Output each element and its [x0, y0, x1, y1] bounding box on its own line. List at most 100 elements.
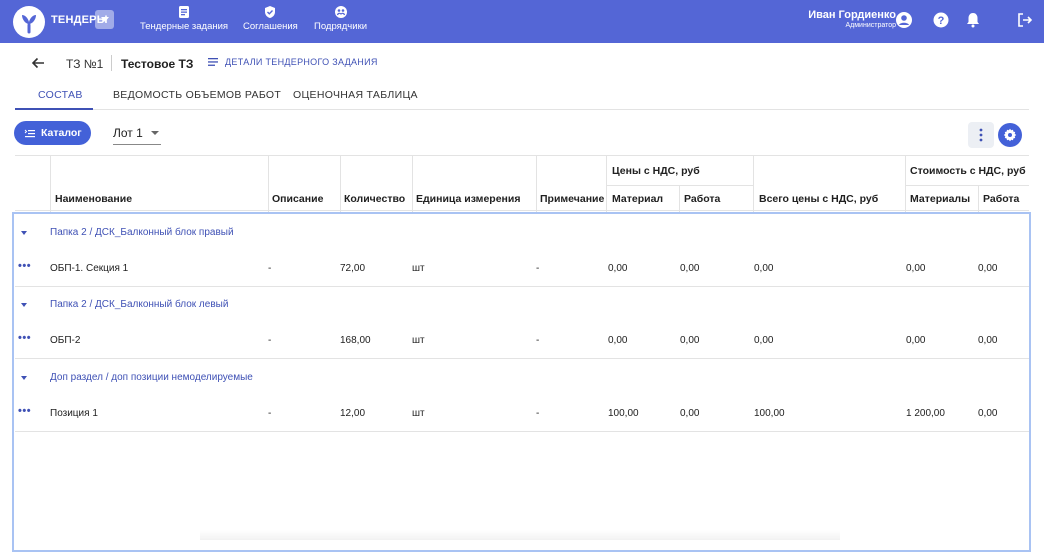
- row-menu-icon[interactable]: •••: [18, 405, 31, 417]
- account-circle-icon[interactable]: [895, 11, 913, 29]
- cell-quantity: 12,00: [340, 408, 366, 419]
- bottom-panel-shadow: [200, 530, 840, 540]
- column-divider: [268, 156, 269, 212]
- bell-icon[interactable]: [964, 11, 982, 29]
- column-divider: [905, 156, 906, 212]
- header-name[interactable]: Наименование: [55, 193, 132, 205]
- cell-cost-material: 1 200,00: [906, 408, 945, 419]
- header-note[interactable]: Примечание: [540, 193, 604, 205]
- tz-number: ТЗ №1: [66, 57, 104, 71]
- app-logo[interactable]: [13, 6, 45, 38]
- document-icon: [179, 6, 190, 18]
- cell-description: -: [268, 263, 272, 274]
- cell-cost-work: 0,00: [978, 263, 998, 274]
- cell-unit: шт: [412, 335, 425, 346]
- header-cost-group: Стоимость с НДС, руб: [910, 165, 1026, 177]
- cell-total: 100,00: [754, 408, 785, 419]
- group-title[interactable]: Папка 2 / ДСК_Балконный блок левый: [50, 299, 228, 310]
- column-divider: [606, 156, 607, 212]
- nav-label: Подрядчики: [314, 21, 368, 32]
- help-icon[interactable]: ?: [932, 11, 950, 29]
- cell-work: 0,00: [680, 335, 700, 346]
- cell-name: ОБП-2: [50, 335, 81, 346]
- cell-cost-work: 0,00: [978, 408, 998, 419]
- tab-composition[interactable]: СОСТАВ: [38, 89, 83, 101]
- row-menu-icon[interactable]: •••: [18, 260, 31, 272]
- cell-name: Позиция 1: [50, 408, 98, 419]
- svg-text:?: ?: [938, 15, 945, 27]
- header-unit[interactable]: Единица измерения: [416, 193, 520, 205]
- user-name[interactable]: Иван Гордиенко Администратор: [808, 9, 896, 29]
- cell-name: ОБП-1. Секция 1: [50, 263, 129, 274]
- chevron-down-icon: [150, 131, 159, 135]
- cell-quantity: 72,00: [340, 263, 366, 274]
- brand-dropdown-button[interactable]: [95, 10, 114, 29]
- tz-name: Тестовое ТЗ: [121, 57, 194, 71]
- group-header-divider: [606, 185, 753, 186]
- user-role: Администратор: [845, 22, 896, 29]
- row-divider: [15, 286, 1029, 287]
- cell-cost-work: 0,00: [978, 335, 998, 346]
- collapse-arrow-icon[interactable]: [21, 303, 27, 307]
- group-header-divider: [905, 185, 1029, 186]
- details-link-label: ДЕТАЛИ ТЕНДЕРНОГО ЗАДАНИЯ: [225, 57, 378, 67]
- cell-work: 0,00: [680, 408, 700, 419]
- column-divider: [679, 185, 680, 212]
- list-icon: [208, 58, 218, 66]
- cell-cost-material: 0,00: [906, 335, 926, 346]
- cell-description: -: [268, 335, 272, 346]
- cell-work: 0,00: [680, 263, 700, 274]
- collapse-arrow-icon[interactable]: [21, 376, 27, 380]
- tab-evaluation-table[interactable]: ОЦЕНОЧНАЯ ТАБЛИЦА: [293, 89, 418, 101]
- row-divider: [15, 431, 1029, 432]
- logout-icon[interactable]: [1016, 11, 1034, 29]
- table-header: Наименование Описание Количество Единица…: [15, 155, 1029, 212]
- catalog-list-icon: [24, 129, 35, 138]
- header-work[interactable]: Работа: [684, 193, 720, 205]
- nav-agreements[interactable]: Соглашения: [243, 5, 298, 32]
- tab-bar: СОСТАВ ВЕДОМОСТЬ ОБЪЕМОВ РАБОТ ОЦЕНОЧНАЯ…: [15, 86, 1029, 110]
- lot-select[interactable]: Лот 1: [113, 126, 161, 145]
- header-total-price[interactable]: Всего цены с НДС, руб: [759, 193, 878, 205]
- contractors-icon: [334, 6, 347, 18]
- row-menu-icon[interactable]: •••: [18, 332, 31, 344]
- top-app-bar: ТЕНДЕРЫ Тендерные задания Соглашения Под…: [0, 0, 1044, 43]
- gear-icon: [1003, 128, 1017, 142]
- arrow-back-icon[interactable]: [30, 55, 46, 71]
- shield-check-icon: [265, 6, 276, 18]
- user-name-text: Иван Гордиенко: [808, 9, 896, 21]
- group-title[interactable]: Папка 2 / ДСК_Балконный блок правый: [50, 227, 234, 238]
- cell-unit: шт: [412, 263, 425, 274]
- header-quantity[interactable]: Количество: [344, 193, 405, 205]
- more-options-button[interactable]: [968, 122, 994, 148]
- cell-note: -: [536, 335, 540, 346]
- group-title[interactable]: Доп раздел / доп позиции немоделируемые: [50, 372, 253, 383]
- cell-total: 0,00: [754, 335, 774, 346]
- details-link[interactable]: ДЕТАЛИ ТЕНДЕРНОГО ЗАДАНИЯ: [207, 56, 378, 68]
- collapse-arrow-icon[interactable]: [21, 231, 27, 235]
- header-material[interactable]: Материал: [612, 193, 663, 205]
- cell-note: -: [536, 408, 540, 419]
- column-divider: [753, 156, 754, 212]
- nav-tender-tasks[interactable]: Тендерные задания: [140, 5, 228, 32]
- nav-contractors[interactable]: Подрядчики: [314, 5, 367, 32]
- tab-work-volumes[interactable]: ВЕДОМОСТЬ ОБЪЕМОВ РАБОТ: [113, 89, 281, 101]
- cell-unit: шт: [412, 408, 425, 419]
- breadcrumb-divider: [111, 55, 112, 71]
- header-cost-work[interactable]: Работа: [983, 193, 1019, 205]
- logo-icon: [22, 15, 36, 34]
- catalog-button[interactable]: Каталог: [14, 121, 91, 145]
- cell-quantity: 168,00: [340, 335, 371, 346]
- header-description[interactable]: Описание: [272, 193, 323, 205]
- header-cost-materials[interactable]: Материалы: [910, 193, 970, 205]
- cell-cost-material: 0,00: [906, 263, 926, 274]
- settings-button[interactable]: [998, 123, 1022, 147]
- breadcrumb: ТЗ №1 Тестовое ТЗ ДЕТАЛИ ТЕНДЕРНОГО ЗАДА…: [0, 55, 1044, 71]
- nav-label: Тендерные задания: [140, 21, 229, 32]
- cell-material: 0,00: [608, 335, 628, 346]
- column-divider: [412, 156, 413, 212]
- active-tab-indicator: [15, 108, 93, 110]
- cell-description: -: [268, 408, 272, 419]
- column-divider: [978, 185, 979, 212]
- chevron-down-icon: [100, 17, 109, 22]
